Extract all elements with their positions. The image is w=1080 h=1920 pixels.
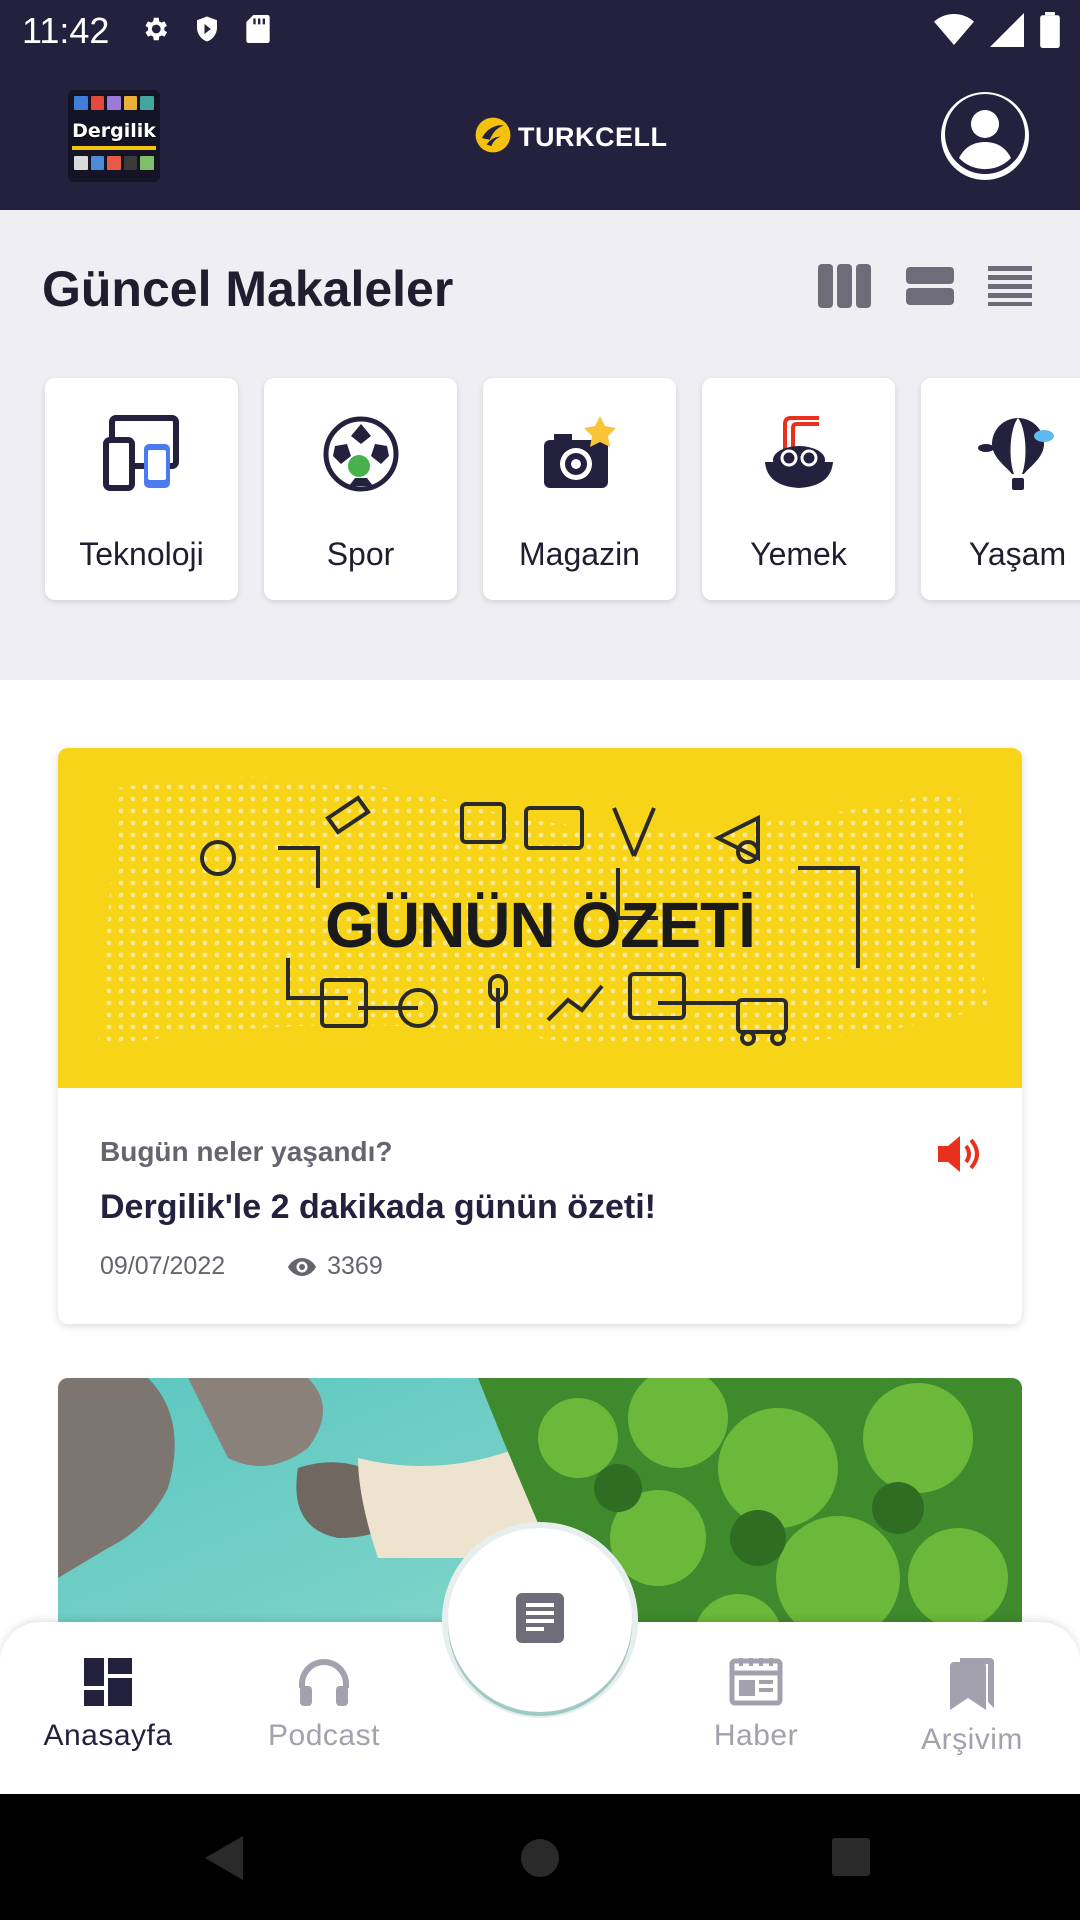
article-card[interactable]: GÜNÜN ÖZETİ Bugün neler yaşandı? Dergili…	[58, 748, 1022, 1324]
user-icon	[941, 90, 1029, 183]
soccer-ball-icon	[264, 414, 457, 494]
articles-section: Güncel Makaleler Teknoloji Spor Magazin …	[0, 210, 1080, 680]
banner-title: GÜNÜN ÖZETİ	[325, 889, 756, 961]
category-yemek[interactable]: Yemek	[702, 378, 895, 600]
dergilik-logo[interactable]: Dergilik	[68, 90, 160, 182]
home-icon[interactable]	[520, 1838, 560, 1883]
nav-haber[interactable]: Haber	[656, 1658, 856, 1753]
category-label: Magazin	[519, 536, 640, 572]
camera-star-icon	[483, 414, 676, 494]
nav-anasayfa[interactable]: Anasayfa	[8, 1658, 208, 1753]
list-lines-icon[interactable]	[988, 266, 1032, 311]
nav-label: Anasayfa	[43, 1719, 173, 1752]
category-label: Spor	[326, 536, 395, 572]
newspaper-icon	[729, 1658, 783, 1710]
bookmarks-icon	[948, 1658, 996, 1714]
category-spor[interactable]: Spor	[264, 378, 457, 600]
category-teknoloji[interactable]: Teknoloji	[45, 378, 238, 600]
nav-podcast[interactable]: Podcast	[224, 1658, 424, 1753]
app-header: Dergilik TURKCELL	[0, 64, 1080, 210]
article-date: 09/07/2022	[100, 1252, 226, 1280]
signal-icon	[990, 13, 1024, 52]
status-time: 11:42	[22, 10, 110, 51]
article-icon	[516, 1592, 564, 1648]
category-magazin[interactable]: Magazin	[483, 378, 676, 600]
audio-play-button[interactable]	[936, 1132, 982, 1181]
category-label: Yaşam	[968, 536, 1067, 572]
recents-icon[interactable]	[832, 1838, 870, 1881]
center-articles-button[interactable]	[448, 1528, 632, 1712]
nav-arsivim[interactable]: Arşivim	[872, 1658, 1072, 1757]
brand-text: TURKCELL	[518, 122, 668, 152]
status-bar: 11:42	[0, 0, 1080, 64]
hot-air-balloon-icon	[921, 414, 1080, 494]
turkcell-brand: TURKCELL	[474, 116, 667, 159]
battery-icon	[1040, 12, 1060, 53]
article-views: 3369	[327, 1252, 383, 1280]
devices-icon	[45, 414, 238, 494]
logo-text: Dergilik	[72, 120, 156, 142]
list-cards-icon[interactable]	[906, 267, 954, 310]
noodle-bowl-icon	[702, 414, 895, 494]
page-title: Güncel Makaleler	[42, 261, 454, 317]
wifi-icon	[934, 13, 974, 52]
nav-label: Podcast	[268, 1719, 380, 1752]
profile-button[interactable]	[941, 92, 1029, 180]
headphones-icon	[298, 1659, 350, 1710]
category-label: Teknoloji	[79, 536, 204, 572]
nav-label: Arşivim	[921, 1723, 1023, 1756]
grid-columns-icon[interactable]	[818, 264, 872, 313]
speaker-icon	[936, 1136, 982, 1180]
view-mode-toggles	[818, 264, 1032, 313]
nav-label: Haber	[713, 1719, 799, 1752]
shield-icon	[192, 12, 222, 51]
gear-icon	[140, 12, 170, 51]
system-navigation-bar	[0, 1794, 1080, 1920]
article-subtitle: Bugün neler yaşandı?	[100, 1136, 393, 1167]
back-icon[interactable]	[205, 1836, 245, 1885]
article-headline[interactable]: Dergilik'le 2 dakikada günün özeti!	[100, 1188, 656, 1227]
turkcell-logo-icon	[474, 116, 512, 159]
article-meta: 09/07/2022 3369	[100, 1252, 383, 1281]
category-label: Yemek	[750, 536, 847, 572]
category-list: Teknoloji Spor Magazin Yemek Yaşam	[45, 378, 1080, 600]
dashboard-icon	[84, 1658, 132, 1710]
sdcard-icon	[244, 12, 272, 51]
category-yasam[interactable]: Yaşam	[921, 378, 1080, 600]
article-banner-image: GÜNÜN ÖZETİ	[58, 748, 1022, 1088]
eye-icon	[287, 1257, 317, 1277]
